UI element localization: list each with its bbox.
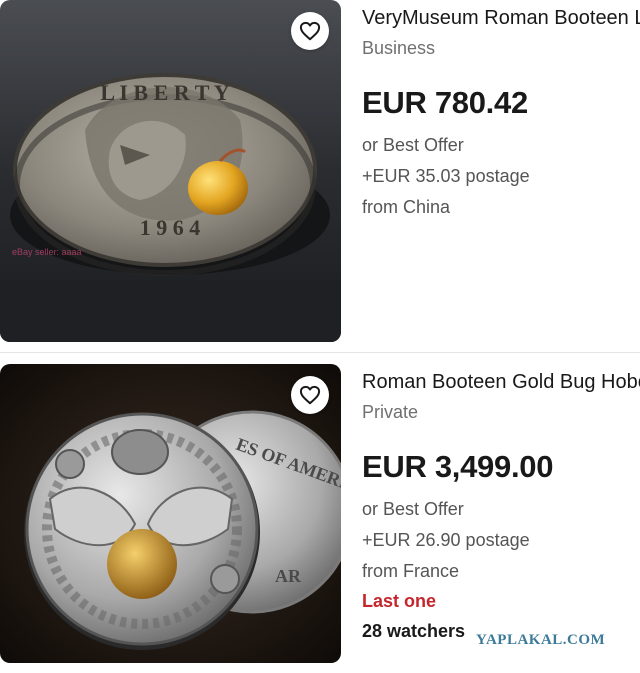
coin-text-top: L I B E R T Y	[100, 80, 229, 105]
listing-info: VeryMuseum Roman Booteen Liberty Witch C…	[362, 0, 640, 218]
coin-year: 1 9 6 4	[140, 215, 201, 240]
listing-title[interactable]: Roman Booteen Gold Bug Hobo Coin	[362, 370, 640, 394]
listing-price: EUR 780.42	[362, 85, 528, 120]
listing-image[interactable]: ES OF AMERICA AR	[0, 364, 341, 663]
watch-button[interactable]	[291, 376, 329, 414]
listing-image[interactable]: L I B E R T Y 1 9 6 4 eBay seller: aaaa	[0, 0, 341, 342]
heart-icon	[299, 385, 321, 405]
postage-cost: +EUR 35.03 postage	[362, 166, 530, 186]
image-watermark: eBay seller: aaaa	[12, 247, 82, 257]
item-location: from France	[362, 561, 460, 581]
watch-button[interactable]	[291, 12, 329, 50]
best-offer-label: or Best Offer	[362, 499, 464, 519]
listing-title[interactable]: VeryMuseum Roman Booteen Liberty Witch C…	[362, 6, 640, 30]
item-location: from China	[362, 197, 451, 217]
listing-card[interactable]: ES OF AMERICA AR Roman Booteen Gold Bug …	[0, 364, 640, 673]
last-one-badge: Last one	[362, 591, 437, 611]
seller-type: Private	[362, 402, 419, 422]
coin-text-bottom: AR	[275, 566, 302, 586]
listing-divider	[0, 352, 640, 353]
listing-info: Roman Booteen Gold Bug Hobo Coin Private…	[362, 364, 640, 642]
seller-type: Business	[362, 38, 436, 58]
heart-icon	[299, 21, 321, 41]
best-offer-label: or Best Offer	[362, 135, 464, 155]
postage-cost: +EUR 26.90 postage	[362, 530, 530, 550]
listing-card[interactable]: L I B E R T Y 1 9 6 4 eBay seller: aaaa …	[0, 0, 640, 352]
site-watermark: YAPLAKAL.COM	[476, 632, 606, 648]
listing-price: EUR 3,499.00	[362, 449, 554, 484]
